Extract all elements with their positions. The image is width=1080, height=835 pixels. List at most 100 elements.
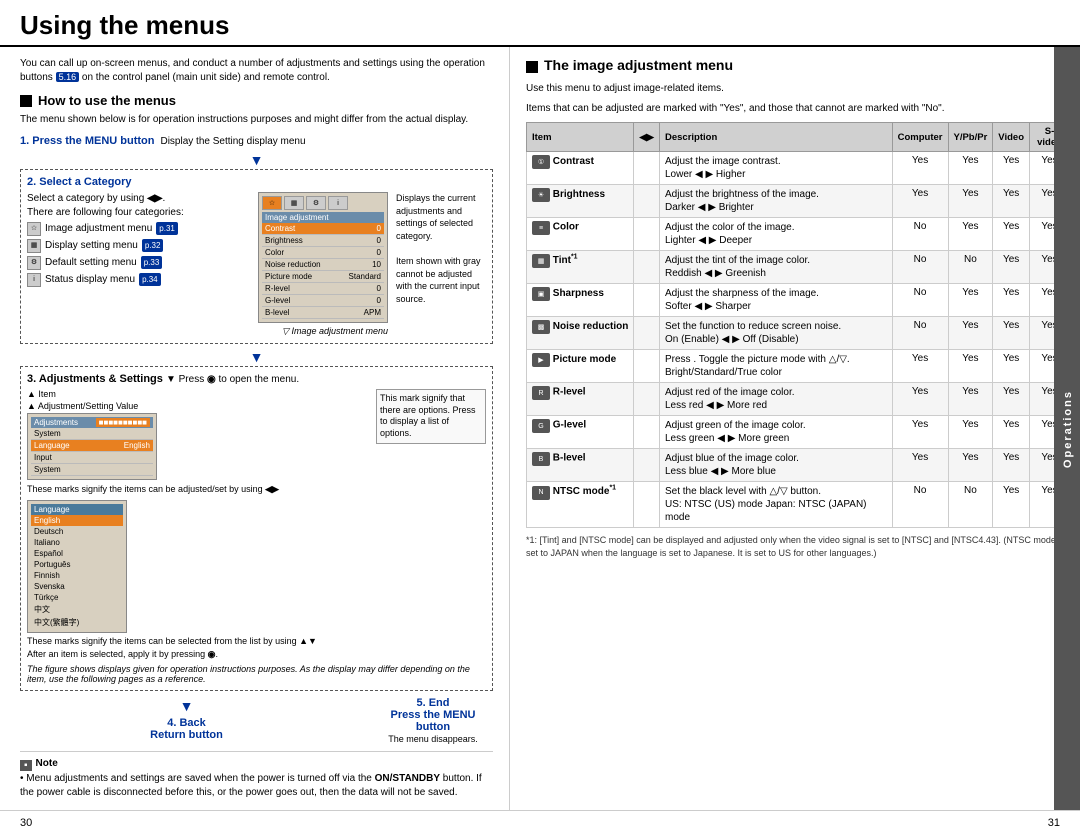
item-cell: ▶ Picture mode [527, 350, 634, 383]
computer-cell: No [892, 218, 948, 251]
operations-sidebar: Operations [1054, 47, 1080, 810]
note-title-row: ▪ Note [20, 758, 493, 772]
video-cell: Yes [993, 284, 1030, 317]
row-item-name: G-level [553, 420, 586, 431]
row-item-name: Picture mode [553, 354, 616, 365]
page-header: Using the menus [0, 0, 1080, 47]
screen-row-color: Color0 [262, 247, 384, 259]
cat-item-default: ⚙ Default setting menu p.33 [27, 254, 250, 271]
col-ypbpr: Y/Pb/Pr [948, 123, 993, 152]
table-row: R R-levelAdjust red of the image color.L… [527, 383, 1070, 416]
ypbpr-cell: Yes [948, 218, 993, 251]
row-item-name: Contrast [553, 156, 594, 167]
row-item-name: Noise reduction [553, 321, 629, 332]
table-row: ☀ BrightnessAdjust the brightness of the… [527, 185, 1070, 218]
image-adj-table: Item ◀▶ Description Computer Y/Pb/Pr Vid… [526, 122, 1070, 528]
lang-chinese2: 中文(繁體字) [31, 616, 123, 629]
ypbpr-cell: No [948, 482, 993, 528]
table-row: ▣ SharpnessAdjust the sharpness of the i… [527, 284, 1070, 317]
superscript: *1 [609, 485, 616, 492]
col-computer: Computer [892, 123, 948, 152]
category-text: Select a category by using ◀▶. There are… [27, 192, 250, 337]
adj-row-1: System [31, 428, 153, 440]
section-icon-right [526, 61, 538, 73]
desc-cell: Set the black level with △/▽ button.US: … [659, 482, 892, 528]
arrow-down-2: ▼ [20, 350, 493, 364]
step4-heading: 4. Back [167, 717, 206, 729]
displays-current-text: Displays the current adjustments and set… [396, 192, 486, 337]
select-desc: Select a category by using ◀▶. [27, 192, 250, 206]
lang-mockup: Language English Deutsch Italiano Españo… [27, 500, 127, 633]
intro-text: You can call up on-screen menus, and con… [20, 57, 493, 85]
main-content: You can call up on-screen menus, and con… [0, 47, 1080, 810]
arrow-down-3: ▼ [20, 699, 353, 713]
lang-header: Language [31, 504, 123, 515]
table-row: ① Contrast Adjust the image contrast.Lowe… [527, 152, 1070, 185]
footnote: *1: [Tint] and [NTSC mode] can be displa… [526, 534, 1070, 559]
lang-svenska: Svenska [31, 581, 123, 592]
image-adj-title: The image adjustment menu [544, 57, 733, 73]
screen-row-noise: Noise reduction10 [262, 259, 384, 271]
ypbpr-cell: Yes [948, 416, 993, 449]
row-icon: ≡ [532, 221, 550, 235]
computer-cell: Yes [892, 383, 948, 416]
row-icon: ① [532, 155, 550, 169]
row-icon: ▩ [532, 320, 550, 334]
step4-sub: Return button [150, 729, 223, 741]
ypbpr-cell: Yes [948, 383, 993, 416]
tab-2: ▦ [284, 196, 304, 210]
screen-row-brightness: Brightness0 [262, 235, 384, 247]
cat-item-status: i Status display menu p.34 [27, 271, 250, 288]
video-cell: Yes [993, 218, 1030, 251]
image-adj-section-heading: The image adjustment menu [526, 57, 1070, 77]
col-video: Video [993, 123, 1030, 152]
video-cell: Yes [993, 482, 1030, 528]
desc-cell: Adjust the image contrast.Lower ◀ ▶ High… [659, 152, 892, 185]
computer-cell: Yes [892, 350, 948, 383]
video-cell: Yes [993, 449, 1030, 482]
step2-heading: 2. Select a Category [27, 176, 486, 188]
row-icon: N [532, 486, 550, 500]
desc-cell: Adjust the color of the image.Lighter ◀ … [659, 218, 892, 251]
arrow-cell [634, 350, 660, 383]
desc-cell: Adjust the sharpness of the image.Softer… [659, 284, 892, 317]
arrow-cell [634, 218, 660, 251]
cat-item-display: ▦ Display setting menu p.32 [27, 237, 250, 254]
display-setting-icon: ▦ [27, 239, 41, 253]
adj-screen-mockup: Adjustments ■■■■■■■■■■ System LanguageEn… [27, 413, 157, 480]
options-bubble: This mark signify that there are options… [376, 389, 486, 444]
category-inner: Select a category by using ◀▶. There are… [27, 192, 486, 337]
adj-mockup-left: ▲ Item ▲ Adjustment/Setting Value Adjust… [27, 389, 370, 660]
desc-cell: Adjust blue of the image color.Less blue… [659, 449, 892, 482]
computer-cell: No [892, 251, 948, 284]
step5-note: The menu disappears. [388, 734, 478, 744]
step5-sub: Press the MENU button [391, 709, 476, 733]
lang-turkish: Türkçe [31, 592, 123, 603]
page-footer: 30 31 [0, 810, 1080, 835]
row-item-name: R-level [553, 387, 586, 398]
item-cell: ☀ Brightness [527, 185, 634, 218]
tab-1: ☆ [262, 196, 282, 210]
row-icon: R [532, 386, 550, 400]
item-label: ▲ Item [27, 389, 370, 399]
col-arrows: ◀▶ [634, 123, 660, 152]
note-icon: ▪ [20, 760, 32, 771]
screen-row-glevel: G-level0 [262, 295, 384, 307]
step5-heading: 5. End [416, 697, 449, 709]
row-item-name: NTSC mode*1 [553, 486, 616, 497]
table-row: B B-levelAdjust blue of the image color.… [527, 449, 1070, 482]
row-item-name: B-level [553, 453, 586, 464]
step4-box: 4. Back Return button [20, 717, 353, 741]
right-column: The image adjustment menu Use this menu … [510, 47, 1080, 810]
ypbpr-cell: Yes [948, 317, 993, 350]
arrow-down-1: ▼ [20, 153, 493, 167]
row-icon: ▣ [532, 287, 550, 301]
screen-row-picture: Picture modeStandard [262, 271, 384, 283]
item-cell: R R-level [527, 383, 634, 416]
row-icon: G [532, 419, 550, 433]
video-cell: Yes [993, 251, 1030, 284]
table-row: ▩ Noise reductionSet the function to red… [527, 317, 1070, 350]
video-cell: Yes [993, 416, 1030, 449]
computer-cell: Yes [892, 152, 948, 185]
item-cell: G G-level [527, 416, 634, 449]
